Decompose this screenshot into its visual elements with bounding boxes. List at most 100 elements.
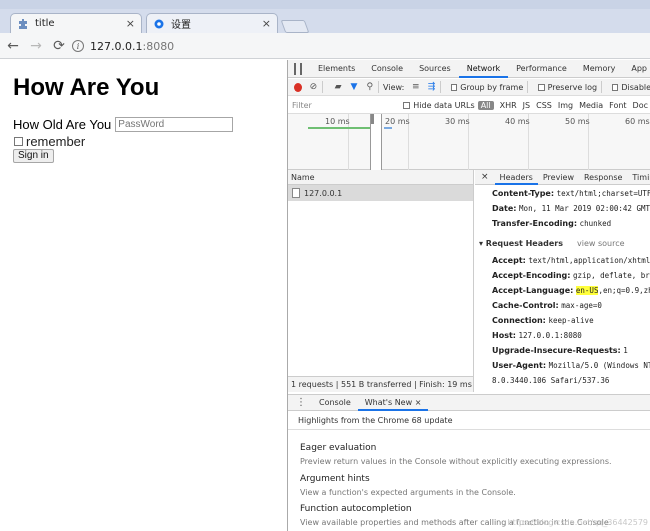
list-view-icon[interactable]: ≡ — [411, 82, 420, 92]
whats-new-highlights: Highlights from the Chrome 68 update — [288, 411, 650, 430]
waterfall-icon[interactable]: ⇶ — [427, 82, 436, 92]
camera-icon[interactable]: ▰ — [334, 82, 343, 92]
tab-settings[interactable]: 设置 × — [146, 13, 278, 33]
tick-label: 10 ms — [325, 117, 350, 126]
inspect-icon[interactable] — [294, 62, 296, 75]
tick-label: 40 ms — [505, 117, 530, 126]
tab-performance[interactable]: Performance — [508, 60, 575, 78]
header-line: Host: 127.0.0.1:8080 — [492, 331, 582, 340]
url-host: 127.0.0.1 — [90, 39, 143, 53]
tab-title-label: title — [35, 18, 55, 29]
search-icon[interactable]: ⚲ — [365, 82, 374, 92]
watermark: https://blog.csdn.net/qq_36442579 — [507, 518, 648, 527]
tab-preview[interactable]: Preview — [538, 170, 579, 185]
tab-response[interactable]: Response — [579, 170, 627, 185]
forward-arrow-icon[interactable]: → — [26, 36, 46, 56]
filter-css[interactable]: CSS — [536, 101, 552, 110]
drawer-menu-icon[interactable]: ⋮ — [296, 397, 306, 408]
filter-all[interactable]: All — [477, 100, 494, 110]
filter-icon[interactable]: ▼ — [350, 82, 359, 92]
tab-close-icon[interactable]: × — [262, 17, 271, 30]
header-line: Cache-Control: max-age=0 — [492, 301, 602, 310]
window-top-strip — [0, 0, 650, 9]
filter-xhr[interactable]: XHR — [500, 101, 517, 110]
feature-title[interactable]: Function autocompletion — [300, 504, 412, 514]
view-source-link[interactable]: view source — [577, 239, 625, 248]
request-list: Name 127.0.0.1 — [288, 170, 474, 376]
document-icon — [292, 188, 300, 198]
drawer-tab-console[interactable]: Console — [312, 395, 358, 411]
request-name: 127.0.0.1 — [304, 188, 343, 198]
remember-checkbox[interactable] — [14, 137, 23, 146]
filter-img[interactable]: Img — [558, 101, 573, 110]
tab-settings-label: 设置 — [171, 20, 191, 31]
group-by-frame-checkbox[interactable] — [450, 83, 458, 91]
filter-input[interactable]: Filter — [288, 101, 397, 110]
header-line: 8.0.3440.106 Safari/537.36 — [492, 376, 610, 385]
tab-headers[interactable]: Headers — [494, 170, 538, 185]
tab-application[interactable]: App — [623, 60, 650, 78]
clear-icon[interactable]: ⊘ — [309, 82, 318, 92]
view-label: View: — [383, 82, 405, 92]
download-bar — [384, 127, 392, 129]
puzzle-icon — [17, 18, 29, 30]
disable-cache-label: Disable — [621, 82, 650, 92]
name-column-header[interactable]: Name — [288, 170, 473, 185]
group-by-frame-label: Group by frame — [460, 82, 524, 92]
tab-timing[interactable]: Timing — [627, 170, 650, 185]
header-line: Transfer-Encoding: chunked — [492, 219, 612, 228]
tab-close-icon[interactable]: × — [126, 17, 135, 30]
network-status-bar: 1 requests | 551 B transferred | Finish:… — [288, 376, 474, 392]
filter-media[interactable]: Media — [579, 101, 603, 110]
network-toolbar: ⊘ ▰ ▼ ⚲ View: ≡ ⇶ Group by frame Preserv… — [288, 79, 650, 96]
tab-elements[interactable]: Elements — [310, 60, 363, 78]
password-input[interactable] — [115, 117, 234, 132]
disable-cache-checkbox[interactable] — [611, 83, 619, 91]
hide-data-urls-checkbox[interactable] — [403, 101, 411, 109]
feature-title[interactable]: Argument hints — [300, 474, 370, 484]
drawer-tabs: ⋮ Console What's New × — [288, 394, 650, 411]
new-tab-button[interactable] — [280, 20, 310, 33]
tab-network[interactable]: Network — [458, 60, 509, 78]
header-line: Date: Mon, 11 Mar 2019 02:00:42 GMT — [492, 204, 650, 213]
address-bar[interactable]: i 127.0.0.1:8080 — [72, 37, 174, 55]
request-headers-section[interactable]: ▾ Request Headers view source — [479, 239, 625, 248]
selection-handle[interactable] — [371, 114, 374, 124]
tab-console[interactable]: Console — [363, 60, 411, 78]
info-icon[interactable]: i — [72, 40, 84, 52]
detail-tabs: × Headers Preview Response Timing — [475, 170, 650, 185]
close-icon[interactable]: × — [481, 172, 489, 182]
feature-description: View a function's expected arguments in … — [300, 488, 516, 497]
header-line: Accept: text/html,application/xhtml+ — [492, 256, 650, 265]
gear-icon — [153, 18, 165, 30]
device-toolbar-icon[interactable] — [300, 62, 302, 75]
request-row[interactable]: 127.0.0.1 — [288, 185, 473, 201]
feature-title[interactable]: Eager evaluation — [300, 443, 376, 453]
preserve-log-label: Preserve log — [547, 82, 598, 92]
header-line: Accept-Encoding: gzip, deflate, br — [492, 271, 650, 280]
tick-label: 60 ms — [625, 117, 650, 126]
record-icon[interactable] — [294, 82, 302, 92]
header-line: Upgrade-Insecure-Requests: 1 — [492, 346, 628, 355]
sign-in-button[interactable]: Sign in — [13, 149, 54, 163]
preserve-log-checkbox[interactable] — [538, 83, 545, 91]
tab-sources[interactable]: Sources — [411, 60, 459, 78]
filter-doc[interactable]: Doc — [633, 101, 648, 110]
reload-icon[interactable]: ⟳ — [49, 36, 69, 56]
devtools-panel: Elements Console Sources Network Perform… — [287, 60, 650, 531]
page-title: How Are You — [13, 74, 160, 101]
tab-memory[interactable]: Memory — [575, 60, 624, 78]
tick-label: 20 ms — [385, 117, 410, 126]
age-question-label: How Old Are You — [13, 117, 112, 132]
filter-js[interactable]: JS — [523, 101, 530, 110]
tick-label: 30 ms — [445, 117, 470, 126]
drawer-tab-whats-new[interactable]: What's New × — [357, 395, 429, 411]
url-port: :8080 — [142, 39, 175, 53]
filter-font[interactable]: Font — [609, 101, 626, 110]
feature-description: Preview return values in the Console wit… — [300, 457, 612, 466]
remember-label: remember — [26, 134, 86, 149]
tab-title[interactable]: title × — [10, 13, 142, 33]
remember-row: remember — [14, 134, 85, 149]
back-arrow-icon[interactable]: ← — [3, 36, 23, 56]
timeline-overview[interactable]: 10 ms 20 ms 30 ms 40 ms 50 ms 60 ms — [288, 114, 650, 170]
